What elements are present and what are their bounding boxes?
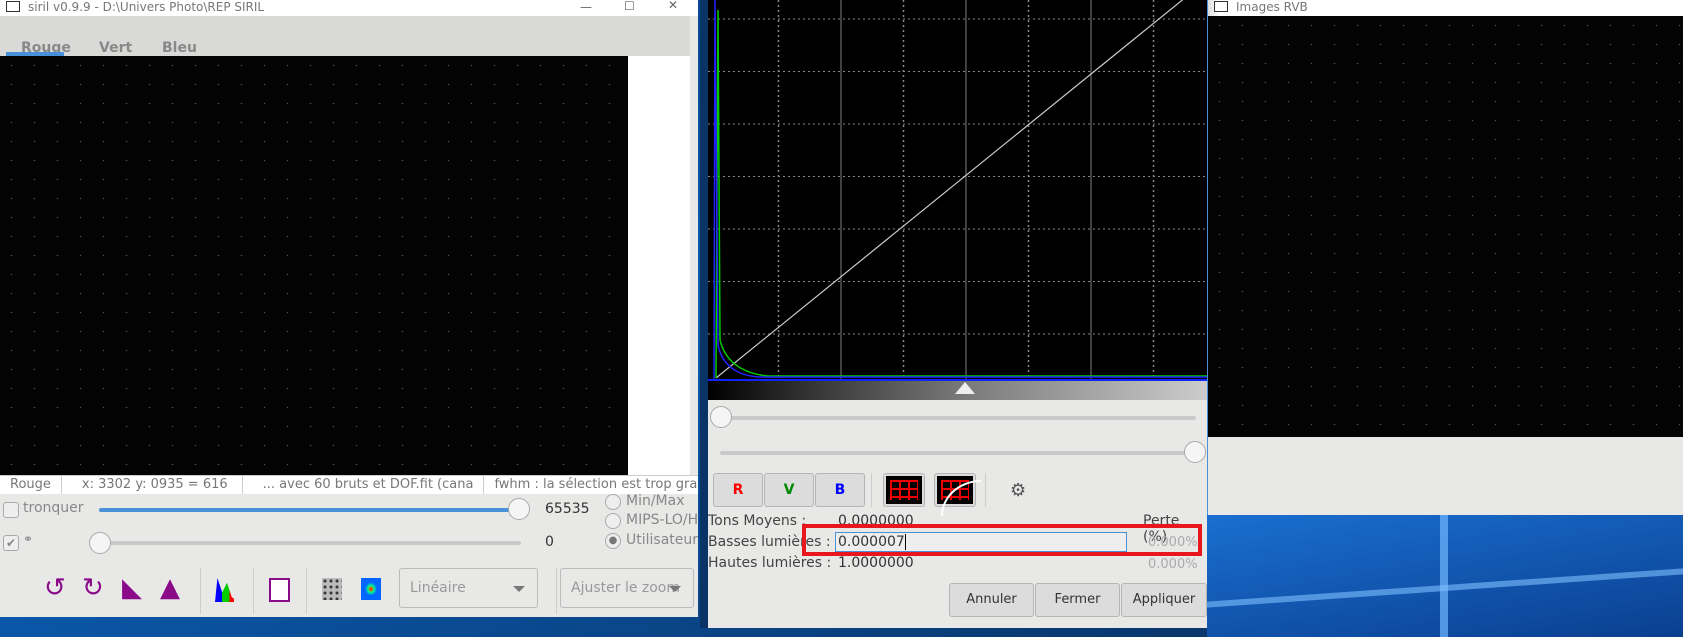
scale-select-value: Linéaire bbox=[410, 580, 466, 596]
false-color-icon[interactable] bbox=[361, 578, 381, 600]
rotate-right-icon[interactable]: ↻ bbox=[82, 568, 104, 608]
tab-vert[interactable]: Vert bbox=[99, 40, 132, 56]
status-file: ... avec 60 bruts et DOF.fit (cana bbox=[243, 476, 485, 494]
zoom-select[interactable]: Ajuster le zoom bbox=[560, 568, 694, 608]
high-slider-knob[interactable] bbox=[508, 498, 530, 520]
curve-grid-icon bbox=[937, 476, 981, 516]
radio-minmax[interactable] bbox=[605, 494, 621, 510]
channel-v-button[interactable]: V bbox=[764, 473, 814, 507]
mirror-y-icon[interactable]: ▲ bbox=[160, 568, 180, 608]
maximize-button[interactable]: ☐ bbox=[624, 0, 635, 13]
midtones-marker[interactable] bbox=[955, 382, 975, 394]
window-title: siril v0.9.9 - D:\Univers Photo\REP SIRI… bbox=[28, 0, 265, 14]
image-canvas[interactable] bbox=[0, 56, 628, 475]
rgb-title-bar: Images RVB bbox=[1208, 0, 1683, 16]
channel-b-button[interactable]: B bbox=[815, 473, 865, 507]
status-coords: x: 3302 y: 0935 = 616 bbox=[62, 476, 243, 494]
tab-bleu[interactable]: Bleu bbox=[162, 40, 197, 56]
title-bar: siril v0.9.9 - D:\Univers Photo\REP SIRI… bbox=[0, 0, 698, 16]
shadows-slider[interactable] bbox=[720, 416, 1196, 420]
rgb-app-icon bbox=[1214, 1, 1228, 12]
shadows-slider-knob[interactable] bbox=[710, 406, 732, 428]
close-dialog-button[interactable]: Fermer bbox=[1035, 583, 1120, 617]
grayscale-display-icon[interactable] bbox=[322, 578, 342, 600]
annotation-highlight-box bbox=[802, 524, 1202, 556]
channel-r-button[interactable]: R bbox=[713, 473, 763, 507]
midtones-label: Tons Moyens : bbox=[708, 513, 807, 529]
low-slider[interactable] bbox=[99, 541, 521, 545]
radio-mips[interactable] bbox=[605, 513, 621, 529]
histogram-icon[interactable] bbox=[215, 578, 239, 602]
scale-select[interactable]: Linéaire bbox=[399, 568, 538, 608]
grid-toggle-button[interactable] bbox=[883, 473, 925, 507]
radio-utilisateur-label: Utilisateur bbox=[626, 532, 699, 548]
rgb-window: Images RVB bbox=[1207, 0, 1683, 515]
zoom-select-value: Ajuster le zoom bbox=[571, 580, 681, 596]
app-icon bbox=[6, 1, 20, 12]
highlights-label: Hautes lumières : bbox=[708, 555, 832, 571]
rgb-window-title: Images RVB bbox=[1236, 0, 1308, 14]
rotate-left-icon[interactable]: ↺ bbox=[44, 568, 66, 608]
tronquer-checkbox[interactable] bbox=[3, 502, 19, 518]
minimize-button[interactable]: — bbox=[580, 0, 592, 14]
mirror-x-icon[interactable]: ◣ bbox=[122, 568, 142, 608]
channel-tabs: Rouge Vert Bleu bbox=[0, 16, 690, 56]
highlights-slider-knob[interactable] bbox=[1184, 441, 1206, 463]
radio-minmax-label: Min/Max bbox=[626, 493, 685, 509]
close-button[interactable]: ✕ bbox=[668, 0, 678, 12]
cancel-button[interactable]: Annuler bbox=[949, 583, 1034, 617]
low-value: 0 bbox=[545, 534, 554, 550]
rgb-image-canvas[interactable] bbox=[1208, 16, 1683, 437]
main-window: siril v0.9.9 - D:\Univers Photo\REP SIRI… bbox=[0, 0, 698, 617]
low-slider-knob[interactable] bbox=[89, 532, 111, 554]
curve-toggle-button[interactable] bbox=[934, 473, 981, 516]
image-info-icon[interactable] bbox=[269, 578, 290, 602]
highlights-value: 1.0000000 bbox=[838, 555, 914, 571]
link-checkbox[interactable]: ✔ bbox=[3, 535, 19, 551]
radio-mips-label: MIPS-LO/HI bbox=[626, 512, 698, 528]
highlights-slider[interactable] bbox=[720, 451, 1196, 455]
link-icon: ⚭ bbox=[23, 532, 34, 546]
tronquer-label: tronquer bbox=[23, 500, 84, 516]
high-value: 65535 bbox=[545, 501, 590, 517]
grid-icon bbox=[886, 476, 922, 504]
settings-gears-icon[interactable]: ⚙ bbox=[1010, 480, 1026, 501]
apply-button[interactable]: Appliquer bbox=[1121, 583, 1207, 617]
radio-utilisateur[interactable]: ● bbox=[605, 533, 621, 549]
status-bar: Rouge x: 3302 y: 0935 = 616... avec 60 br… bbox=[0, 475, 698, 494]
highlights-loss: 0.000% bbox=[1148, 557, 1198, 572]
status-channel: Rouge bbox=[0, 476, 62, 494]
histogram-plot[interactable] bbox=[708, 0, 1207, 381]
high-slider[interactable] bbox=[99, 508, 521, 512]
status-fwhm: fwhm : la sélection est trop grande bbox=[494, 477, 698, 492]
